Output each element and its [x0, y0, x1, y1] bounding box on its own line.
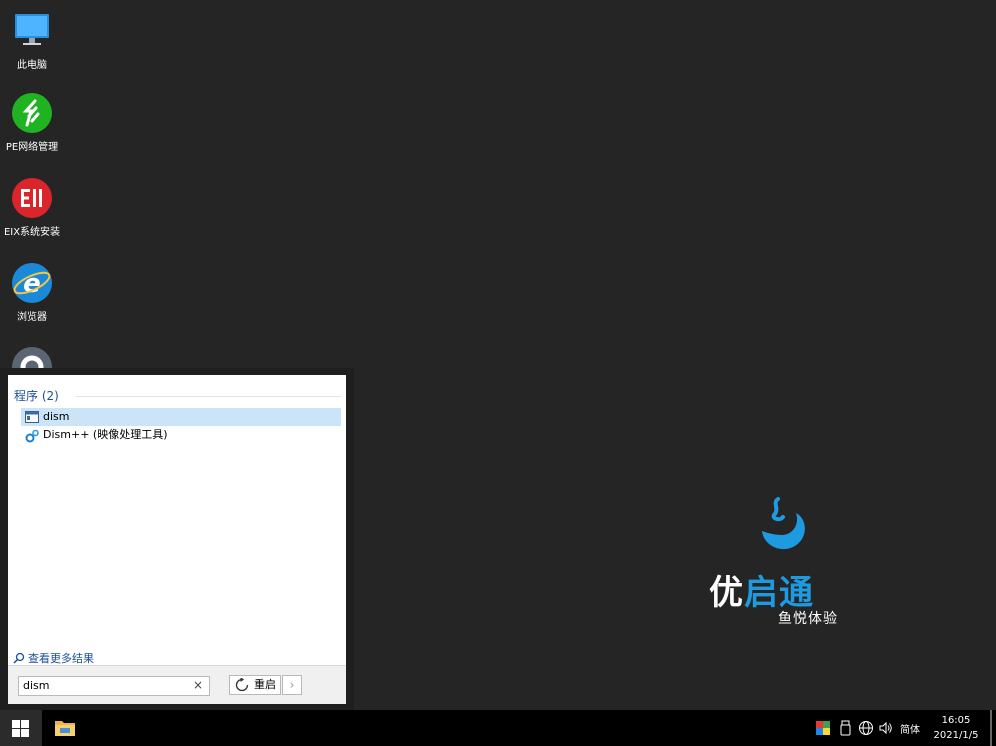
show-desktop-button[interactable] — [990, 710, 992, 746]
brand-name-part2: 启通 — [744, 573, 814, 613]
input-language-indicator[interactable]: 简体 — [900, 721, 920, 736]
desktop-icon-eix-install[interactable]: EIX系统安装 — [0, 177, 64, 238]
results-section-header: 程序 (2) — [14, 389, 59, 403]
eix-install-icon — [11, 177, 53, 219]
desktop-icon-label: 浏览器 — [17, 312, 47, 323]
app-window-icon — [25, 411, 39, 423]
search-input[interactable] — [23, 678, 183, 693]
volume-icon[interactable] — [878, 720, 894, 736]
search-results-panel: 程序 (2) dism Dism++ (映像处理工具) 查看更多结果 — [8, 375, 346, 665]
network-globe-icon[interactable] — [858, 720, 874, 736]
windows-logo-icon — [12, 720, 29, 737]
desktop-icon-pe-network[interactable]: PE网络管理 — [0, 92, 64, 153]
network-manager-icon — [11, 92, 53, 134]
brand-name: 优启通 — [709, 565, 814, 614]
see-more-label: 查看更多结果 — [28, 652, 94, 665]
power-options-arrow[interactable]: › — [282, 675, 302, 695]
whale-logo-icon — [762, 497, 805, 550]
gears-icon — [25, 429, 39, 443]
result-item-dism[interactable]: dism — [21, 408, 341, 426]
file-explorer-button[interactable] — [54, 718, 76, 738]
clear-search-icon[interactable]: × — [193, 678, 203, 693]
result-label: dism — [43, 410, 70, 423]
folder-icon — [55, 721, 75, 736]
section-divider — [76, 396, 341, 397]
see-more-results-link[interactable]: 查看更多结果 — [13, 650, 94, 666]
magnifier-icon — [13, 652, 25, 664]
brand-logo: 优启通 鱼悦体验 — [705, 495, 850, 630]
color-display-icon[interactable] — [816, 720, 832, 736]
brand-tagline: 鱼悦体验 — [778, 611, 838, 627]
ie-browser-icon: e — [11, 262, 53, 304]
search-box[interactable]: × — [18, 676, 210, 696]
brand-name-part1: 优 — [709, 573, 744, 613]
start-button[interactable] — [0, 710, 42, 746]
desktop-icon-label: 此电脑 — [17, 60, 47, 71]
restart-label: 重启 — [254, 678, 276, 691]
start-menu: 程序 (2) dism Dism++ (映像处理工具) 查看更多结果 dism … — [0, 368, 354, 710]
desktop-icon-label: EIX系统安装 — [3, 227, 61, 238]
taskbar: 简体 16:05 2021/1/5 — [0, 710, 996, 746]
start-menu-bottom-bar: × 重启 › — [8, 665, 346, 704]
result-item-dismpp[interactable]: Dism++ (映像处理工具) — [21, 426, 341, 444]
clock-time: 16:05 — [941, 715, 971, 726]
usb-drive-icon[interactable] — [839, 720, 855, 736]
system-clock[interactable]: 16:05 2021/1/5 — [926, 713, 986, 743]
clock-date: 2021/1/5 — [933, 730, 979, 741]
restart-icon — [235, 677, 249, 692]
desktop-icon-browser[interactable]: e 浏览器 — [0, 262, 64, 323]
computer-icon — [11, 10, 53, 52]
desktop-icon-label: PE网络管理 — [5, 142, 59, 153]
desktop-icon-this-pc[interactable]: 此电脑 — [0, 10, 64, 71]
restart-button[interactable]: 重启 — [229, 675, 281, 695]
result-label: Dism++ (映像处理工具) — [43, 428, 168, 441]
